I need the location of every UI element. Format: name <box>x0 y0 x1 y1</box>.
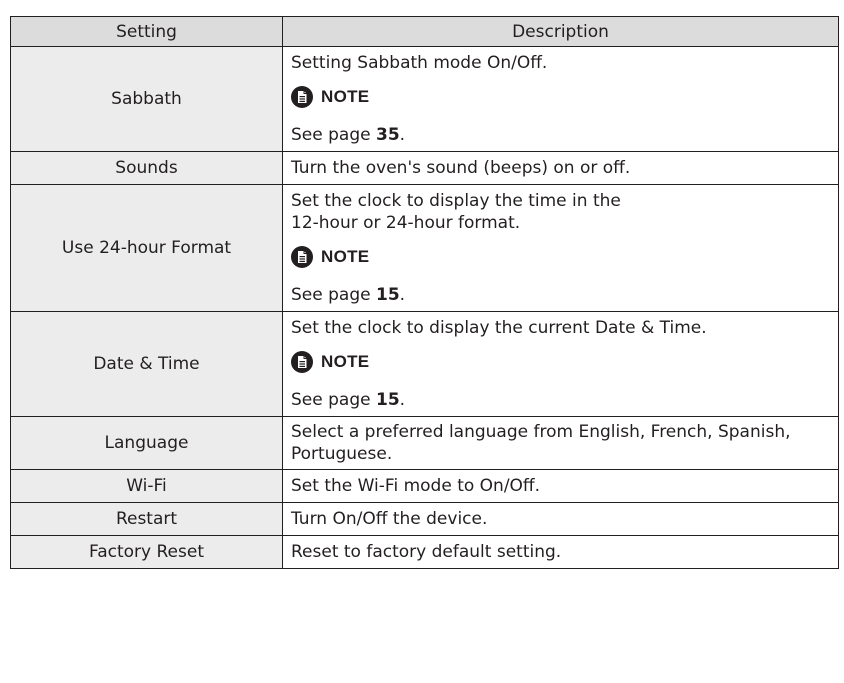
description-cell: Select a preferred language from English… <box>282 416 839 470</box>
description-text: Set the clock to display the time in the… <box>291 191 621 233</box>
table-row-restart: Restart Turn On/Off the device. <box>10 502 839 536</box>
note-text: See page 35. <box>291 125 406 145</box>
setting-cell: Factory Reset <box>10 535 283 569</box>
note-heading: NOTE <box>291 238 830 276</box>
setting-cell: Language <box>10 416 283 470</box>
note-label: NOTE <box>321 87 370 106</box>
note-document-icon <box>291 246 313 268</box>
description-cell: Set the clock to display the time in the… <box>282 184 839 312</box>
description-text: Set the clock to display the current Dat… <box>291 318 707 338</box>
table-row-24-hour-format: Use 24-hour Format Set the clock to disp… <box>10 184 839 312</box>
page-reference: 15 <box>375 285 400 305</box>
table-row-sabbath: Sabbath Setting Sabbath mode On/Off. NOT… <box>10 46 839 152</box>
table-row-wifi: Wi-Fi Set the Wi-Fi mode to On/Off. <box>10 469 839 503</box>
description-cell: Set the Wi-Fi mode to On/Off. <box>282 469 839 503</box>
note-label: NOTE <box>321 352 370 371</box>
note-heading: NOTE <box>291 343 830 381</box>
setting-cell: Wi-Fi <box>10 469 283 503</box>
note-text: See page 15. <box>291 390 406 410</box>
table-row-sounds: Sounds Turn the oven's sound (beeps) on … <box>10 151 839 185</box>
note-heading: NOTE <box>291 78 830 116</box>
table-row-factory-reset: Factory Reset Reset to factory default s… <box>10 535 839 569</box>
page-reference: 35 <box>375 125 400 145</box>
description-cell: Turn the oven's sound (beeps) on or off. <box>282 151 839 185</box>
note-label: NOTE <box>321 247 370 266</box>
header-description: Description <box>282 16 839 47</box>
table-row-language: Language Select a preferred language fro… <box>10 416 839 470</box>
table-row-date-time: Date & Time Set the clock to display the… <box>10 311 839 417</box>
setting-cell: Sounds <box>10 151 283 185</box>
setting-cell: Use 24-hour Format <box>10 184 283 312</box>
table-header-row: Setting Description <box>10 16 839 47</box>
setting-cell: Date & Time <box>10 311 283 417</box>
setting-cell: Sabbath <box>10 46 283 152</box>
setting-cell: Restart <box>10 502 283 536</box>
note-document-icon <box>291 351 313 373</box>
page-reference: 15 <box>375 390 400 410</box>
description-text: Setting Sabbath mode On/Off. <box>291 53 548 73</box>
description-cell: Turn On/Off the device. <box>282 502 839 536</box>
description-cell: Setting Sabbath mode On/Off. NOTE See pa… <box>282 46 839 152</box>
settings-table: Setting Description Sabbath Setting Sabb… <box>10 16 839 569</box>
description-cell: Reset to factory default setting. <box>282 535 839 569</box>
header-setting: Setting <box>10 16 283 47</box>
description-cell: Set the clock to display the current Dat… <box>282 311 839 417</box>
note-text: See page 15. <box>291 285 406 305</box>
note-document-icon <box>291 86 313 108</box>
